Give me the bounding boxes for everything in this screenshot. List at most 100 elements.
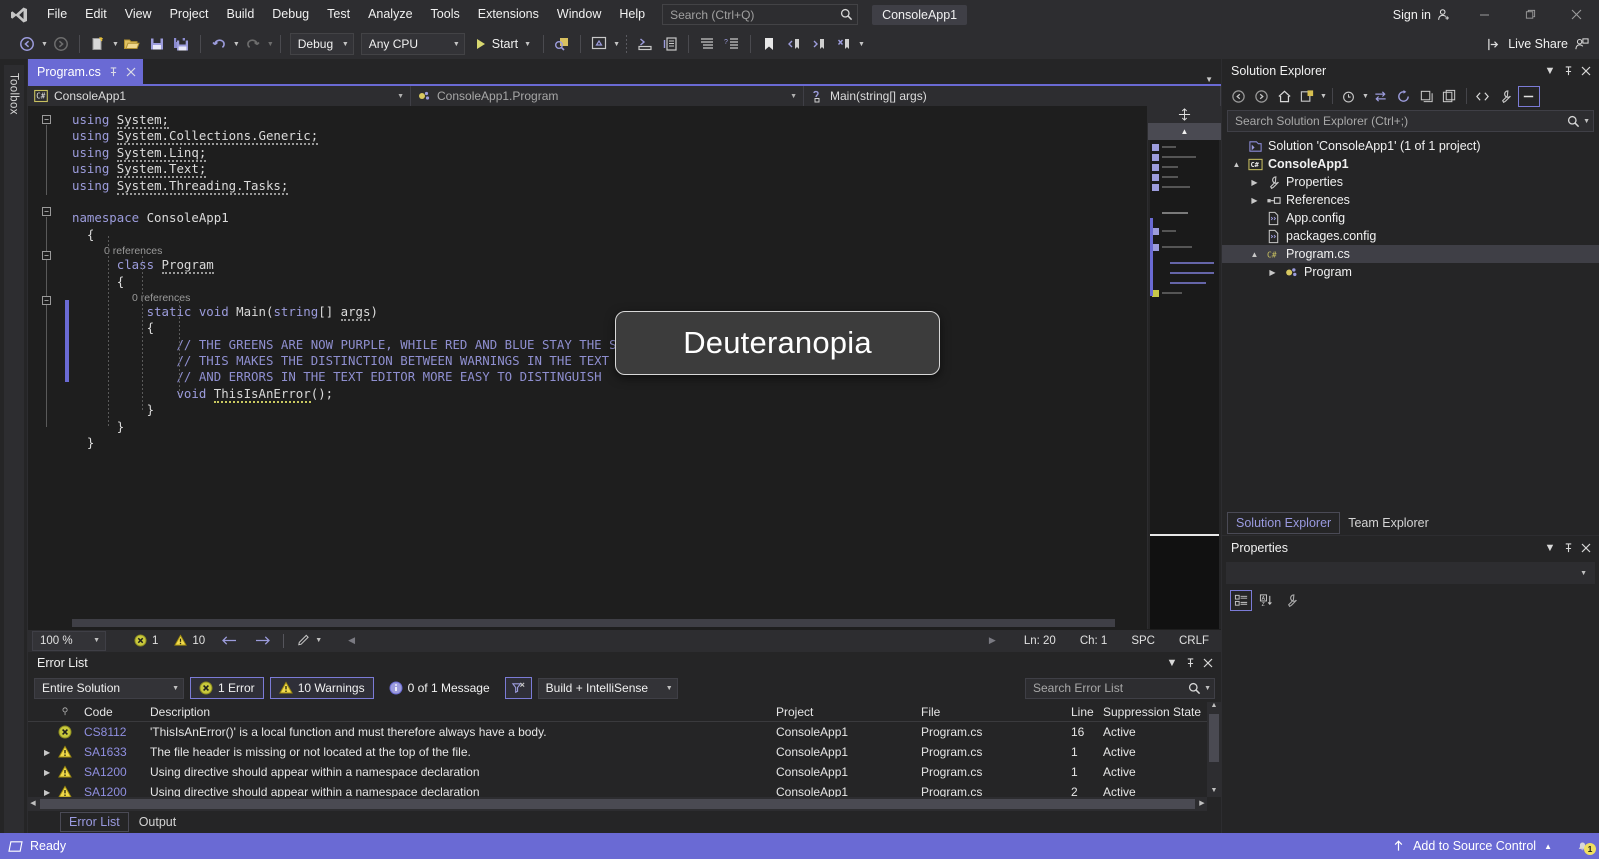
status-error-count[interactable]: 1	[126, 634, 166, 647]
tab-solution-explorer[interactable]: Solution Explorer	[1227, 512, 1341, 534]
chevron-down-icon[interactable]: ▼	[1580, 118, 1590, 125]
navigate-forward-button[interactable]	[49, 32, 73, 56]
tab-error-list[interactable]: Error List	[60, 812, 129, 832]
tree-item-references[interactable]: ▶ References	[1222, 191, 1599, 209]
indentation-indicator[interactable]: SPC	[1119, 635, 1167, 647]
panel-drag-dots[interactable]	[1295, 547, 1533, 549]
status-scroll-right-icon[interactable]: ▶	[989, 635, 1012, 646]
scroll-left-arrow-icon[interactable]: ◀	[28, 797, 38, 811]
fold-toggle-method[interactable]: −	[42, 296, 51, 305]
tree-item-packages-config[interactable]: packages.config	[1222, 227, 1599, 245]
pin-icon[interactable]	[108, 66, 119, 78]
toolbar-drag-handle[interactable]	[626, 35, 628, 53]
fold-toggle-usings[interactable]: −	[42, 115, 51, 124]
split-view-handle[interactable]	[1148, 106, 1221, 123]
row-expander[interactable]: ▶	[28, 768, 52, 777]
menu-item-project[interactable]: Project	[161, 0, 218, 29]
error-list-hscrollbar[interactable]: ◀ ▶	[28, 797, 1207, 811]
maximize-restore-button[interactable]	[1507, 0, 1553, 29]
tab-output[interactable]: Output	[131, 813, 185, 831]
row-code[interactable]: CS8112	[78, 725, 144, 739]
start-debug-button[interactable]: Start ▼	[469, 32, 537, 56]
editor-hscrollbar[interactable]	[72, 617, 1147, 629]
status-scroll-left-icon[interactable]: ◀	[348, 635, 355, 646]
menu-item-help[interactable]: Help	[610, 0, 654, 29]
toolbar-overflow-icon[interactable]: ▼	[858, 41, 865, 48]
live-preview-button[interactable]	[550, 32, 574, 56]
panel-drag-dots[interactable]	[1334, 70, 1533, 72]
save-all-button[interactable]	[170, 32, 194, 56]
tree-item-program-class[interactable]: ▶ Program	[1222, 263, 1599, 281]
column-line[interactable]: Line	[1065, 705, 1097, 719]
messages-filter-toggle[interactable]: 0 of 1 Message	[380, 677, 499, 699]
sync-with-active-document-button[interactable]	[1370, 86, 1392, 107]
solution-platform-combo[interactable]: Any CPU ▼	[360, 33, 465, 55]
build-intellisense-combo[interactable]: Build + IntelliSense ▼	[537, 677, 678, 699]
panel-close-icon[interactable]	[1199, 654, 1217, 672]
column-code[interactable]: Code	[78, 705, 144, 719]
scroll-down-arrow-icon[interactable]: ▼	[1207, 787, 1221, 797]
show-all-files-button[interactable]	[1439, 86, 1461, 107]
panel-pin-icon[interactable]	[1559, 539, 1577, 557]
menu-item-build[interactable]: Build	[217, 0, 263, 29]
column-description[interactable]: Description	[144, 705, 770, 719]
live-visual-tree-caret-icon[interactable]: ▼	[613, 41, 620, 48]
back-button[interactable]	[1227, 86, 1249, 107]
panel-close-icon[interactable]	[1577, 62, 1595, 80]
minimize-button[interactable]	[1461, 0, 1507, 29]
alphabetical-view-button[interactable]: AZ	[1255, 590, 1277, 611]
panel-pin-icon[interactable]	[1181, 654, 1199, 672]
scope-filter-combo[interactable]: Entire Solution ▼	[34, 677, 184, 699]
quick-search-box[interactable]	[662, 4, 859, 25]
tree-expander[interactable]: ▶	[1249, 196, 1260, 205]
redo-button[interactable]	[241, 32, 265, 56]
nav-project-dropdown[interactable]: C# ConsoleApp1 ▼	[28, 86, 411, 106]
column-project[interactable]: Project	[770, 705, 915, 719]
chevron-down-icon[interactable]: ▼	[1201, 685, 1211, 692]
row-code[interactable]: SA1633	[78, 745, 144, 759]
properties-grid[interactable]	[1222, 614, 1599, 833]
nav-member-dropdown[interactable]: Main(string[] args)	[804, 86, 1221, 106]
table-row[interactable]: ▶ SA1200 Using directive should appear w…	[28, 762, 1221, 782]
redo-caret-icon[interactable]: ▼	[267, 41, 274, 48]
error-list-vscrollbar[interactable]: ▲ ▼	[1207, 702, 1221, 797]
open-file-button[interactable]	[120, 32, 144, 56]
menu-item-debug[interactable]: Debug	[263, 0, 318, 29]
categorized-view-button[interactable]	[1230, 589, 1252, 611]
forward-button[interactable]	[1250, 86, 1272, 107]
close-button[interactable]	[1553, 0, 1599, 29]
column-file[interactable]: File	[915, 705, 1065, 719]
minimap-viewport[interactable]	[1150, 534, 1219, 629]
tree-item-solution[interactable]: Solution 'ConsoleApp1' (1 of 1 project)	[1222, 137, 1599, 155]
tree-item-properties[interactable]: ▶ Properties	[1222, 173, 1599, 191]
new-project-button[interactable]	[86, 32, 110, 56]
new-project-caret-icon[interactable]: ▼	[112, 41, 119, 48]
document-tab-program-cs[interactable]: Program.cs	[28, 59, 143, 84]
editor-minimap[interactable]: ▲	[1147, 106, 1221, 629]
quick-search-input[interactable]	[670, 7, 841, 22]
menu-item-tools[interactable]: Tools	[422, 0, 469, 29]
scroll-right-arrow-icon[interactable]: ▶	[1197, 797, 1207, 811]
tree-expander[interactable]: ▲	[1231, 160, 1242, 169]
pending-changes-caret-icon[interactable]: ▼	[1362, 93, 1369, 100]
status-warning-count[interactable]: 10	[166, 634, 213, 647]
scroll-thumb[interactable]	[1209, 714, 1219, 762]
menu-item-analyze[interactable]: Analyze	[359, 0, 421, 29]
refresh-button[interactable]	[1393, 86, 1415, 107]
undo-button[interactable]	[207, 32, 231, 56]
zoom-level-combo[interactable]: 100 % ▼	[32, 630, 106, 651]
fold-toggle-class[interactable]: −	[42, 251, 51, 260]
warnings-filter-toggle[interactable]: 10 Warnings	[269, 677, 374, 699]
pending-changes-filter-button[interactable]	[1296, 86, 1318, 107]
menu-item-file[interactable]: File	[38, 0, 76, 29]
menu-item-test[interactable]: Test	[318, 0, 359, 29]
live-visual-tree-button[interactable]	[587, 32, 611, 56]
column-suppression-state[interactable]: Suppression State	[1097, 705, 1221, 719]
undo-caret-icon[interactable]: ▼	[233, 41, 240, 48]
column-severity[interactable]: ⚲	[52, 706, 78, 717]
add-to-source-control-button[interactable]: Add to Source Control	[1413, 839, 1536, 853]
tab-team-explorer[interactable]: Team Explorer	[1340, 513, 1437, 533]
tree-expander[interactable]: ▶	[1267, 268, 1278, 277]
save-button[interactable]	[145, 32, 169, 56]
panel-drag-dots[interactable]	[95, 662, 1155, 664]
